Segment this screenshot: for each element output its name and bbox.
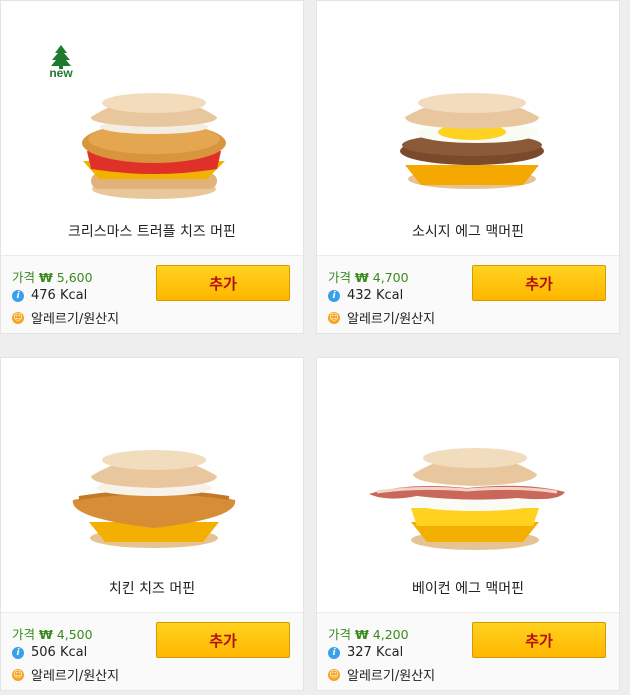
new-badge-icon: new xyxy=(49,45,73,79)
add-to-cart-button[interactable]: 추가 xyxy=(472,622,606,658)
allergen-origin-link[interactable]: ☺ 알레르기/원산지 xyxy=(12,308,119,327)
product-price: 가격 ₩ 4,700 xyxy=(328,270,409,285)
nutrition-info[interactable]: i 476 Kcal xyxy=(12,288,87,303)
add-to-cart-button[interactable]: 추가 xyxy=(156,265,290,301)
product-price: 가격 ₩ 4,500 xyxy=(12,627,93,642)
product-name[interactable]: 치킨 치즈 머핀 xyxy=(1,578,303,598)
product-price: 가격 ₩ 5,600 xyxy=(12,270,93,285)
allergy-icon: ☺ xyxy=(328,668,340,681)
product-name[interactable]: 소시지 에그 맥머핀 xyxy=(317,221,619,241)
nutrition-info[interactable]: i 327 Kcal xyxy=(328,645,403,660)
info-icon: i xyxy=(12,646,24,659)
info-icon: i xyxy=(12,289,24,302)
product-name[interactable]: 크리스마스 트러플 치즈 머핀 xyxy=(1,221,303,241)
allergen-origin-link[interactable]: ☺ 알레르기/원산지 xyxy=(328,308,435,327)
add-to-cart-button[interactable]: 추가 xyxy=(156,622,290,658)
product-card[interactable]: 소시지 에그 맥머핀 가격 ₩ 4,700 i 432 Kcal ☺ 알레르기/원산… xyxy=(316,0,620,334)
bacon-egg-mcmuffin-image xyxy=(369,448,565,550)
sausage-egg-mcmuffin-image xyxy=(400,93,544,189)
nutrition-info[interactable]: i 432 Kcal xyxy=(328,288,403,303)
product-card[interactable]: 치킨 치즈 머핀 가격 ₩ 4,500 i 506 Kcal ☺ 알레르기/원산지 … xyxy=(0,357,304,691)
allergy-icon: ☺ xyxy=(12,311,24,324)
allergy-icon: ☺ xyxy=(12,668,24,681)
nutrition-info[interactable]: i 506 Kcal xyxy=(12,645,87,660)
product-image[interactable]: 소시지 에그 맥머핀 xyxy=(317,1,619,255)
product-card[interactable]: new 크리스마스 트러플 치즈 머핀 가격 ₩ 5,600 i 476 Kcal… xyxy=(0,0,304,334)
info-icon: i xyxy=(328,646,340,659)
product-image[interactable]: 베이컨 에그 맥머핀 xyxy=(317,358,619,612)
crispy-chicken-muffin-image xyxy=(82,93,226,199)
allergy-icon: ☺ xyxy=(328,311,340,324)
info-icon: i xyxy=(328,289,340,302)
allergen-origin-link[interactable]: ☺ 알레르기/원산지 xyxy=(328,665,435,684)
product-price: 가격 ₩ 4,200 xyxy=(328,627,409,642)
allergen-origin-link[interactable]: ☺ 알레르기/원산지 xyxy=(12,665,119,684)
add-to-cart-button[interactable]: 추가 xyxy=(472,265,606,301)
chicken-cheese-muffin-image xyxy=(72,450,236,548)
product-image[interactable]: new 크리스마스 트러플 치즈 머핀 xyxy=(1,1,303,255)
product-card[interactable]: 베이컨 에그 맥머핀 가격 ₩ 4,200 i 327 Kcal ☺ 알레르기/원산… xyxy=(316,357,620,691)
product-name[interactable]: 베이컨 에그 맥머핀 xyxy=(317,578,619,598)
svg-text:new: new xyxy=(49,66,73,79)
product-image[interactable]: 치킨 치즈 머핀 xyxy=(1,358,303,612)
